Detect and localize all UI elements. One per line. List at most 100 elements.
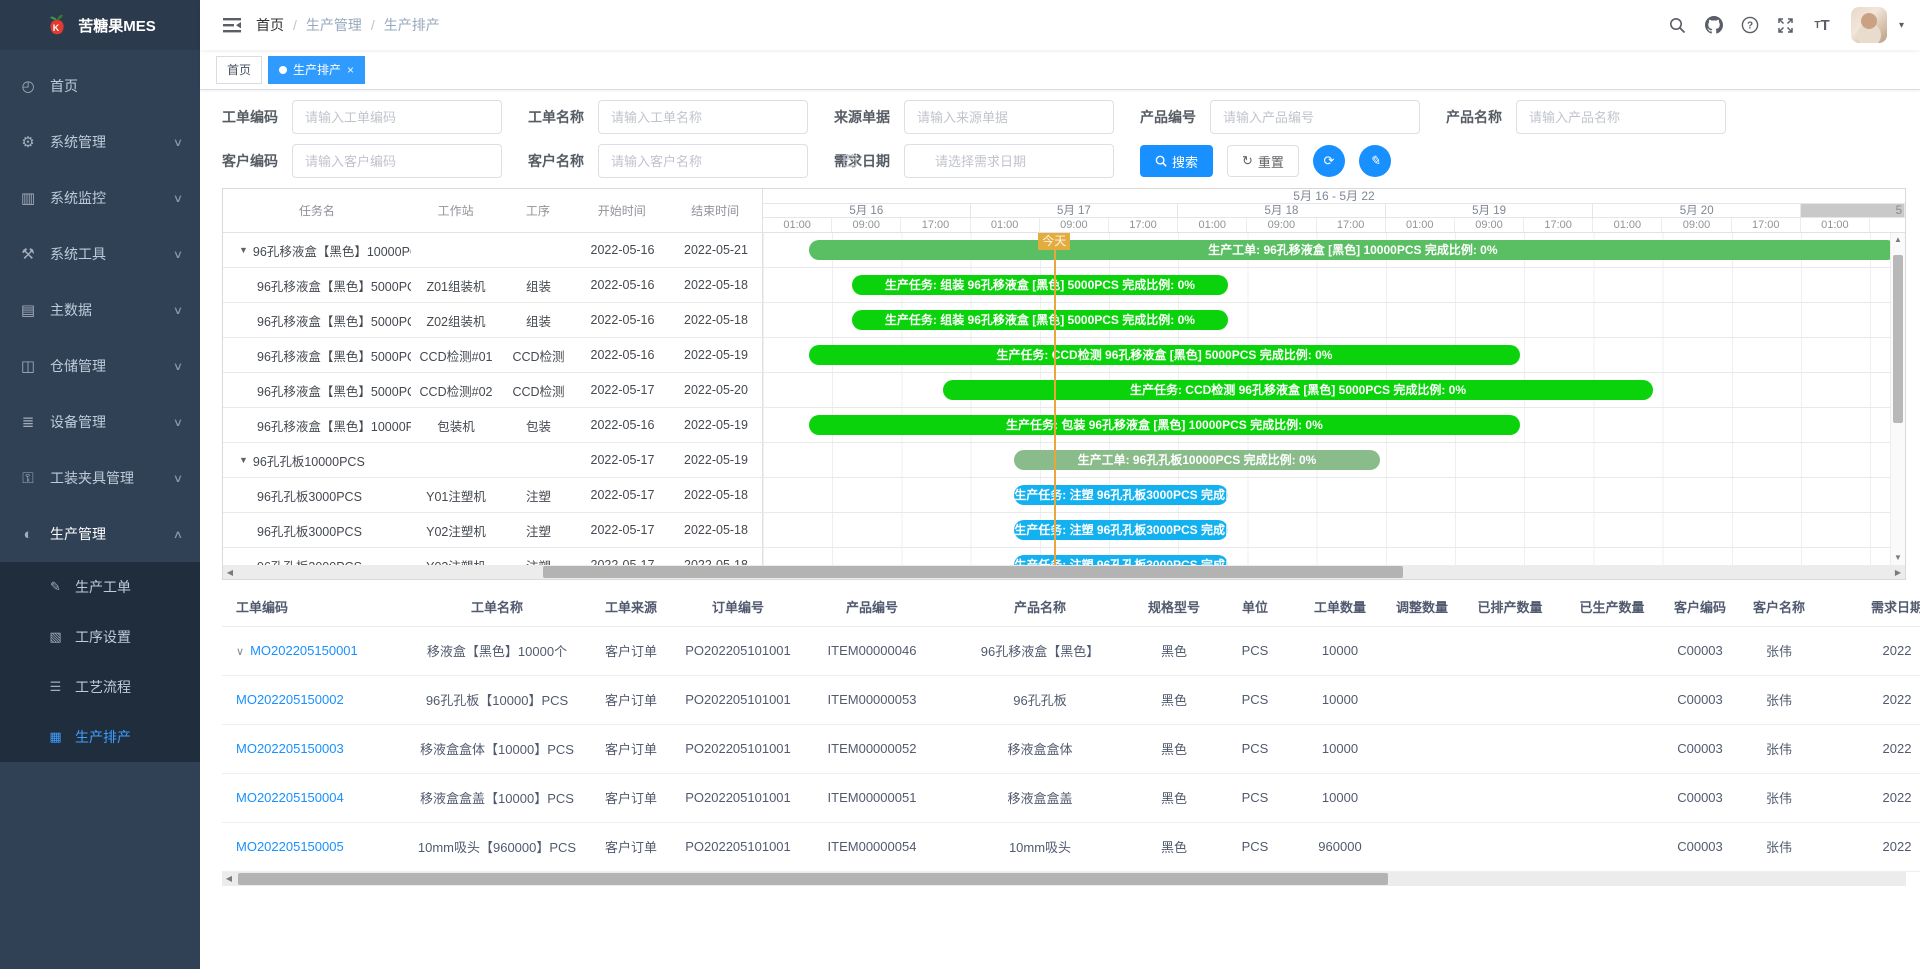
sidebar-menu: ◴首页⚙系统管理∨▥系统监控∨⚒系统工具∨▤主数据∨◫仓储管理∨≣设备管理∨⚿工… (0, 50, 200, 562)
gantt-task-row[interactable]: 96孔移液盒【黑色】10000PCS包装机包装2022-05-162022-05… (223, 408, 762, 443)
orders-horizontal-scrollbar[interactable]: ◀ (222, 872, 1906, 886)
fullscreen-icon[interactable] (1773, 12, 1799, 38)
gantt-vertical-scrollbar[interactable]: ▲ ▼ (1890, 233, 1905, 565)
filter-input-产品名称[interactable] (1516, 100, 1726, 134)
filter-input-产品编号[interactable] (1210, 100, 1420, 134)
orders-row[interactable]: MO202205150004移液盒盒盖【10000】PCS客户订单PO20220… (222, 773, 1920, 822)
collapse-caret-icon[interactable]: ▼ (239, 245, 248, 255)
work-order-link[interactable]: MO202205150001 (250, 643, 358, 658)
filter-input-客户编码[interactable] (292, 144, 502, 178)
filter-input-客户名称[interactable] (598, 144, 808, 178)
github-icon[interactable] (1701, 12, 1727, 38)
scroll-up-icon[interactable]: ▲ (1891, 233, 1905, 247)
breadcrumb-item-首页[interactable]: 首页 (256, 15, 284, 35)
gantt-task-row[interactable]: 96孔移液盒【黑色】5000PCSCCD检测#01CCD检测2022-05-16… (223, 338, 762, 373)
search-button[interactable]: 搜索 (1140, 145, 1213, 177)
gantt-task-row[interactable]: 96孔移液盒【黑色】5000PCSZ01组装机组装2022-05-162022-… (223, 268, 762, 303)
search-icon[interactable] (1665, 12, 1691, 38)
orders-row[interactable]: MO20220515000510mm吸头【960000】PCS客户订单PO202… (222, 822, 1920, 871)
scroll-down-icon[interactable]: ▼ (1891, 551, 1905, 565)
orders-column-工单来源: 工单来源 (592, 588, 670, 626)
orders-row[interactable]: MO202205150003移液盒盒体【10000】PCS客户订单PO20220… (222, 724, 1920, 773)
filter-input-工单名称[interactable] (598, 100, 808, 134)
close-icon[interactable]: × (347, 63, 354, 77)
gantt-bar[interactable]: 生产任务: 注塑 96孔孔板3000PCS 完成比例: 0% (1014, 520, 1228, 540)
gantt-bar-label: 生产任务: 注塑 96孔孔板3000PCS 完成比例: 0% (1014, 485, 1228, 505)
orders-row[interactable]: ∨MO202205150001移液盒【黑色】10000个客户订单PO202205… (222, 626, 1920, 675)
filter-input-来源单据[interactable] (904, 100, 1114, 134)
orders-cell: 96孔移液盒【黑色】 (938, 626, 1142, 675)
filter-label: 工单编码 (222, 107, 284, 127)
tab-首页[interactable]: 首页 (216, 56, 262, 84)
gantt-task-row[interactable]: 96孔孔板3000PCSY02注塑机注塑2022-05-172022-05-18 (223, 513, 762, 548)
work-order-link[interactable]: MO202205150004 (236, 790, 344, 805)
sidebar-subitem-生产排产[interactable]: ▦生产排产 (0, 712, 200, 762)
orders-row[interactable]: MO20220515000296孔孔板【10000】PCS客户订单PO20220… (222, 675, 1920, 724)
refresh-circle-button[interactable]: ⟳ (1313, 145, 1345, 177)
sidebar-item-系统工具[interactable]: ⚒系统工具∨ (0, 226, 200, 282)
help-icon[interactable]: ? (1737, 12, 1763, 38)
reset-button[interactable]: ↻ 重置 (1227, 145, 1299, 177)
edit-circle-button[interactable]: ✎ (1359, 145, 1391, 177)
gantt-bar[interactable]: 生产任务: 组装 96孔移液盒 [黑色] 5000PCS 完成比例: 0% (852, 275, 1228, 295)
sidebar-item-设备管理[interactable]: ≣设备管理∨ (0, 394, 200, 450)
breadcrumb-item-生产管理[interactable]: 生产管理 (306, 15, 362, 35)
navbar-actions: ? TT ▾ (1665, 7, 1904, 43)
gantt-task-row[interactable]: 96孔孔板3000PCSY01注塑机注塑2022-05-172022-05-18 (223, 478, 762, 513)
app-logo[interactable]: K 苦糖果MES (0, 0, 200, 50)
gantt-task-row[interactable]: 96孔孔板3000PCSY03注塑机注塑2022-05-172022-05-18 (223, 548, 762, 565)
orders-column-工单名称: 工单名称 (402, 588, 592, 626)
scrollbar-thumb[interactable] (238, 873, 1388, 885)
orders-column-客户编码: 客户编码 (1672, 588, 1728, 626)
gantt-bar[interactable]: 生产任务: 组装 96孔移液盒 [黑色] 5000PCS 完成比例: 0% (852, 310, 1228, 330)
work-order-link[interactable]: MO202205150003 (236, 741, 344, 756)
work-order-link[interactable]: MO202205150005 (236, 839, 344, 854)
gantt-task-row[interactable]: ▼96孔孔板10000PCS2022-05-172022-05-19 (223, 443, 762, 478)
avatar[interactable] (1851, 7, 1887, 43)
sidebar-collapse-icon[interactable] (222, 15, 242, 35)
orders-cell (1552, 773, 1672, 822)
sidebar-item-首页[interactable]: ◴首页 (0, 58, 200, 114)
sidebar-item-仓储管理[interactable]: ◫仓储管理∨ (0, 338, 200, 394)
gantt-task-row[interactable]: 96孔移液盒【黑色】5000PCSCCD检测#02CCD检测2022-05-17… (223, 373, 762, 408)
gantt-task-row[interactable]: ▼96孔移液盒【黑色】10000PCS2022-05-162022-05-21 (223, 233, 762, 268)
sidebar-subitem-工艺流程[interactable]: ☰工艺流程 (0, 662, 200, 712)
gantt-bar[interactable]: 生产任务: CCD检测 96孔移液盒 [黑色] 5000PCS 完成比例: 0% (809, 345, 1520, 365)
orders-cell: ITEM00000053 (806, 675, 938, 724)
sidebar-item-工装夹具管理[interactable]: ⚿工装夹具管理∨ (0, 450, 200, 506)
scroll-right-icon[interactable]: ▶ (1891, 568, 1905, 577)
sidebar-subitem-工序设置[interactable]: ▧工序设置 (0, 612, 200, 662)
gantt-task-process: 包装 (501, 416, 576, 435)
scroll-left-icon[interactable]: ◀ (223, 568, 237, 577)
expand-caret-icon[interactable]: ∨ (236, 646, 244, 658)
sidebar-item-主数据[interactable]: ▤主数据∨ (0, 282, 200, 338)
tab-生产排产[interactable]: 生产排产× (268, 56, 365, 84)
gantt-bar[interactable]: 生产任务: 注塑 96孔孔板3000PCS 完成比例: 0% (1014, 555, 1228, 565)
font-size-icon[interactable]: TT (1809, 12, 1835, 38)
sidebar-subitem-生产工单[interactable]: ✎生产工单 (0, 562, 200, 612)
gantt-task-row[interactable]: 96孔移液盒【黑色】5000PCSZ02组装机组装2022-05-162022-… (223, 303, 762, 338)
orders-cell: PO202205101001 (670, 675, 806, 724)
gantt-bar[interactable]: 生产任务: CCD检测 96孔移液盒 [黑色] 5000PCS 完成比例: 0% (943, 380, 1652, 400)
filter-input-需求日期[interactable] (904, 144, 1114, 178)
filter-input-工单编码[interactable] (292, 100, 502, 134)
avatar-caret-icon[interactable]: ▾ (1899, 20, 1904, 31)
gantt-task-process: CCD检测 (501, 381, 576, 400)
sidebar-item-系统监控[interactable]: ▥系统监控∨ (0, 170, 200, 226)
gantt-bar[interactable]: 生产任务: 包装 96孔移液盒 [黑色] 10000PCS 完成比例: 0% (809, 415, 1520, 435)
scroll-left-icon[interactable]: ◀ (222, 874, 236, 883)
scrollbar-thumb[interactable] (1893, 255, 1903, 423)
sidebar-item-生产管理[interactable]: ◐生产管理∧ (0, 506, 200, 562)
collapse-caret-icon[interactable]: ▼ (239, 455, 248, 465)
work-order-link[interactable]: MO202205150002 (236, 692, 344, 707)
gantt-bar[interactable]: 生产工单: 96孔移液盒 [黑色] 10000PCS 完成比例: 0% (809, 240, 1897, 260)
gantt-hour-tick: 09:00 (1040, 218, 1109, 232)
gantt-horizontal-scrollbar[interactable]: ◀ ▶ (223, 565, 1905, 579)
gantt-day-5月 20: 5月 20 (1593, 204, 1801, 217)
gantt-bar[interactable]: 生产工单: 96孔孔板10000PCS 完成比例: 0% (1014, 450, 1379, 470)
gantt-bar[interactable]: 生产任务: 注塑 96孔孔板3000PCS 完成比例: 0% (1014, 485, 1228, 505)
chevron-down-icon: ∨ (173, 472, 183, 485)
scrollbar-thumb[interactable] (543, 566, 1403, 578)
gantt-task-start: 2022-05-16 (576, 348, 669, 362)
sidebar-item-系统管理[interactable]: ⚙系统管理∨ (0, 114, 200, 170)
